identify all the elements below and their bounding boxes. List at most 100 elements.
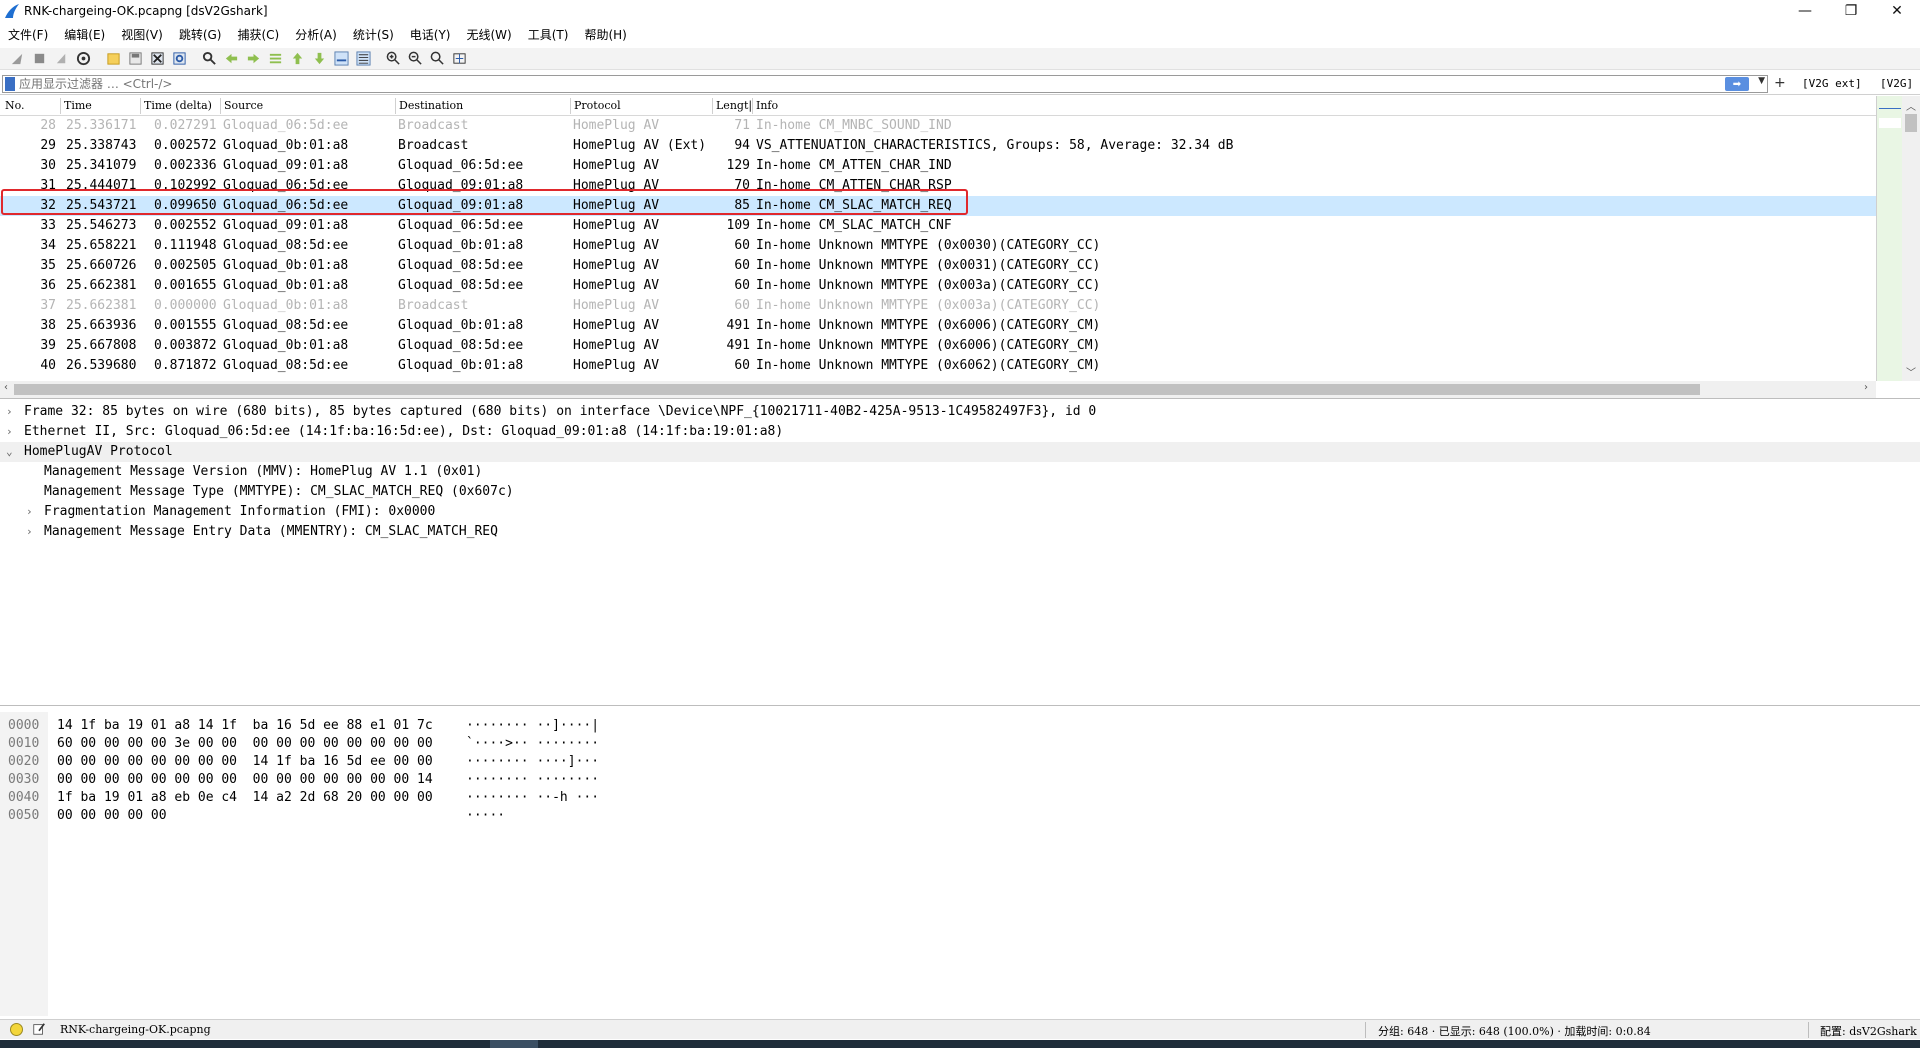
go-to-packet-button[interactable] [264, 49, 286, 69]
autoscroll-button[interactable] [330, 49, 352, 69]
reload-file-button[interactable] [168, 49, 190, 69]
go-last-button[interactable] [308, 49, 330, 69]
bytes-row[interactable]: 0010 60 00 00 00 00 3e 00 00 00 00 00 00 … [0, 735, 1920, 753]
bookmark-icon[interactable] [5, 77, 15, 91]
resize-columns-button[interactable] [448, 49, 470, 69]
packet-cell-info: In-home CM_SLAC_MATCH_REQ [756, 198, 952, 213]
add-filter-button[interactable]: + [1774, 75, 1786, 91]
menu-help[interactable]: 帮助(H) [576, 24, 634, 46]
bytes-row[interactable]: 0000 14 1f ba 19 01 a8 14 1f ba 16 5d ee … [0, 717, 1920, 735]
packet-row[interactable]: 35 25.660726 0.002505 Gloquad_0b:01:a8 Gloqu… [0, 256, 1876, 276]
minimize-button[interactable]: — [1782, 0, 1828, 22]
filter-button-v2g[interactable]: [V2G] [1880, 77, 1913, 90]
filter-button-v2g-ext[interactable]: [V2G ext] [1802, 77, 1862, 90]
zoom-out-button[interactable] [404, 49, 426, 69]
packet-row[interactable]: 32 25.543721 0.099650 Gloquad_06:5d:ee Gloqu… [0, 196, 1876, 216]
packet-row[interactable]: 38 25.663936 0.001555 Gloquad_08:5d:ee Gloqu… [0, 316, 1876, 336]
column-header-source[interactable]: Source [224, 99, 263, 112]
open-file-button[interactable] [102, 49, 124, 69]
bytes-hex: 00 00 00 00 00 00 00 00 14 1f ba 16 5d e… [57, 754, 433, 769]
packet-row[interactable]: 39 25.667808 0.003872 Gloquad_0b:01:a8 Gloqu… [0, 336, 1876, 356]
detail-tree-item[interactable]: › Fragmentation Management Information (F… [0, 502, 1920, 522]
packet-row[interactable]: 29 25.338743 0.002572 Gloquad_0b:01:a8 Broad… [0, 136, 1876, 156]
menu-analyze[interactable]: 分析(A) [287, 24, 345, 46]
go-back-button[interactable] [220, 49, 242, 69]
status-profile[interactable]: 配置: dsV2Gshark [1820, 1023, 1917, 1039]
detail-tree-item[interactable]: Management Message Type (MMTYPE): CM_SLA… [0, 482, 1920, 502]
column-header-info[interactable]: Info [756, 99, 778, 112]
packet-row[interactable]: 36 25.662381 0.001655 Gloquad_0b:01:a8 Gloqu… [0, 276, 1876, 296]
detail-tree-item[interactable]: Management Message Version (MMV): HomePl… [0, 462, 1920, 482]
menu-go[interactable]: 跳转(G) [171, 24, 230, 46]
chevron-right-icon[interactable]: › [6, 422, 13, 442]
packet-row[interactable]: 34 25.658221 0.111948 Gloquad_08:5d:ee Gloqu… [0, 236, 1876, 256]
scroll-right-arrow-icon[interactable]: › [1864, 382, 1868, 393]
column-header-time-delta[interactable]: Time (delta) [144, 99, 212, 112]
find-packet-button[interactable] [198, 49, 220, 69]
bytes-row[interactable]: 0020 00 00 00 00 00 00 00 00 14 1f ba 16 … [0, 753, 1920, 771]
restart-capture-button[interactable] [50, 49, 72, 69]
close-file-button[interactable] [146, 49, 168, 69]
capture-options-button[interactable] [72, 49, 94, 69]
detail-tree-item[interactable]: › Ethernet II, Src: Gloquad_06:5d:ee (14:… [0, 422, 1920, 442]
chevron-down-icon[interactable]: ⌄ [6, 442, 13, 462]
taskbar-active-app[interactable] [490, 1040, 538, 1048]
go-forward-button[interactable] [242, 49, 264, 69]
chevron-right-icon[interactable]: › [6, 402, 13, 422]
edit-comment-icon[interactable] [32, 1022, 46, 1036]
packet-row[interactable]: 31 25.444071 0.102992 Gloquad_06:5d:ee Gloqu… [0, 176, 1876, 196]
go-first-button[interactable] [286, 49, 308, 69]
detail-tree-item[interactable]: › Frame 32: 85 bytes on wire (680 bits), … [0, 402, 1920, 422]
detail-tree-item[interactable]: ⌄ HomePlugAV Protocol [0, 442, 1920, 462]
restore-button[interactable]: ❐ [1828, 0, 1874, 22]
packet-list-vertical-scrollbar[interactable]: ︿ ﹀ [1902, 96, 1920, 381]
scroll-down-arrow-icon[interactable]: ﹀ [1906, 364, 1916, 379]
menu-tools[interactable]: 工具(T) [520, 24, 577, 46]
apply-filter-button[interactable]: ➡ [1725, 77, 1749, 91]
display-filter-input[interactable] [19, 76, 1699, 92]
column-header-no[interactable]: No. [5, 99, 25, 112]
packet-row[interactable]: 33 25.546273 0.002552 Gloquad_09:01:a8 Gloqu… [0, 216, 1876, 236]
save-file-button[interactable] [124, 49, 146, 69]
packet-cell-time: 25.336171 [66, 118, 137, 133]
column-header-protocol[interactable]: Protocol [574, 99, 621, 112]
menu-capture[interactable]: 捕获(C) [229, 24, 287, 46]
packet-list-rows: 28 25.336171 0.027291 Gloquad_06:5d:ee Broad… [0, 116, 1876, 376]
chevron-right-icon[interactable]: › [26, 502, 33, 522]
horizontal-scroll-thumb[interactable] [14, 384, 1700, 395]
column-header-length[interactable]: Lengt| [716, 99, 752, 112]
scroll-up-arrow-icon[interactable]: ︿ [1906, 98, 1916, 113]
stop-capture-button[interactable] [28, 49, 50, 69]
menu-file[interactable]: 文件(F) [0, 24, 56, 46]
packet-row[interactable]: 30 25.341079 0.002336 Gloquad_09:01:a8 Gloqu… [0, 156, 1876, 176]
zoom-reset-icon [430, 51, 444, 65]
packet-cell-delta: 0.001555 [154, 318, 217, 333]
packet-list-horizontal-scrollbar[interactable]: ‹ › [0, 381, 1876, 398]
chevron-down-icon[interactable]: ▼ [1758, 76, 1765, 86]
menu-edit[interactable]: 编辑(E) [56, 24, 113, 46]
colorize-button[interactable] [352, 49, 374, 69]
packet-minimap[interactable] [1876, 96, 1902, 381]
close-button[interactable]: ✕ [1874, 0, 1920, 22]
packet-row[interactable]: 28 25.336171 0.027291 Gloquad_06:5d:ee Broad… [0, 116, 1876, 136]
start-capture-button[interactable] [6, 49, 28, 69]
detail-tree-item[interactable]: › Management Message Entry Data (MMENTRY)… [0, 522, 1920, 542]
bytes-row[interactable]: 0050 00 00 00 00 00 ····· [0, 807, 1920, 825]
zoom-reset-button[interactable] [426, 49, 448, 69]
zoom-in-button[interactable] [382, 49, 404, 69]
scroll-left-arrow-icon[interactable]: ‹ [4, 382, 8, 393]
expert-info-led-icon[interactable] [10, 1023, 23, 1036]
column-header-destination[interactable]: Destination [399, 99, 463, 112]
bytes-ascii: ····· [466, 808, 506, 823]
bytes-row[interactable]: 0040 1f ba 19 01 a8 eb 0e c4 14 a2 2d 68 … [0, 789, 1920, 807]
chevron-right-icon[interactable]: › [26, 522, 33, 542]
vertical-scroll-thumb[interactable] [1905, 114, 1917, 132]
menu-wireless[interactable]: 无线(W) [459, 24, 520, 46]
packet-row[interactable]: 37 25.662381 0.000000 Gloquad_0b:01:a8 Broad… [0, 296, 1876, 316]
menu-view[interactable]: 视图(V) [113, 24, 171, 46]
column-header-time[interactable]: Time [64, 99, 92, 112]
menu-telephony[interactable]: 电话(Y) [402, 24, 459, 46]
menu-statistics[interactable]: 统计(S) [345, 24, 402, 46]
bytes-row[interactable]: 0030 00 00 00 00 00 00 00 00 00 00 00 00 … [0, 771, 1920, 789]
packet-row[interactable]: 40 26.539680 0.871872 Gloquad_08:5d:ee Gloqu… [0, 356, 1876, 376]
